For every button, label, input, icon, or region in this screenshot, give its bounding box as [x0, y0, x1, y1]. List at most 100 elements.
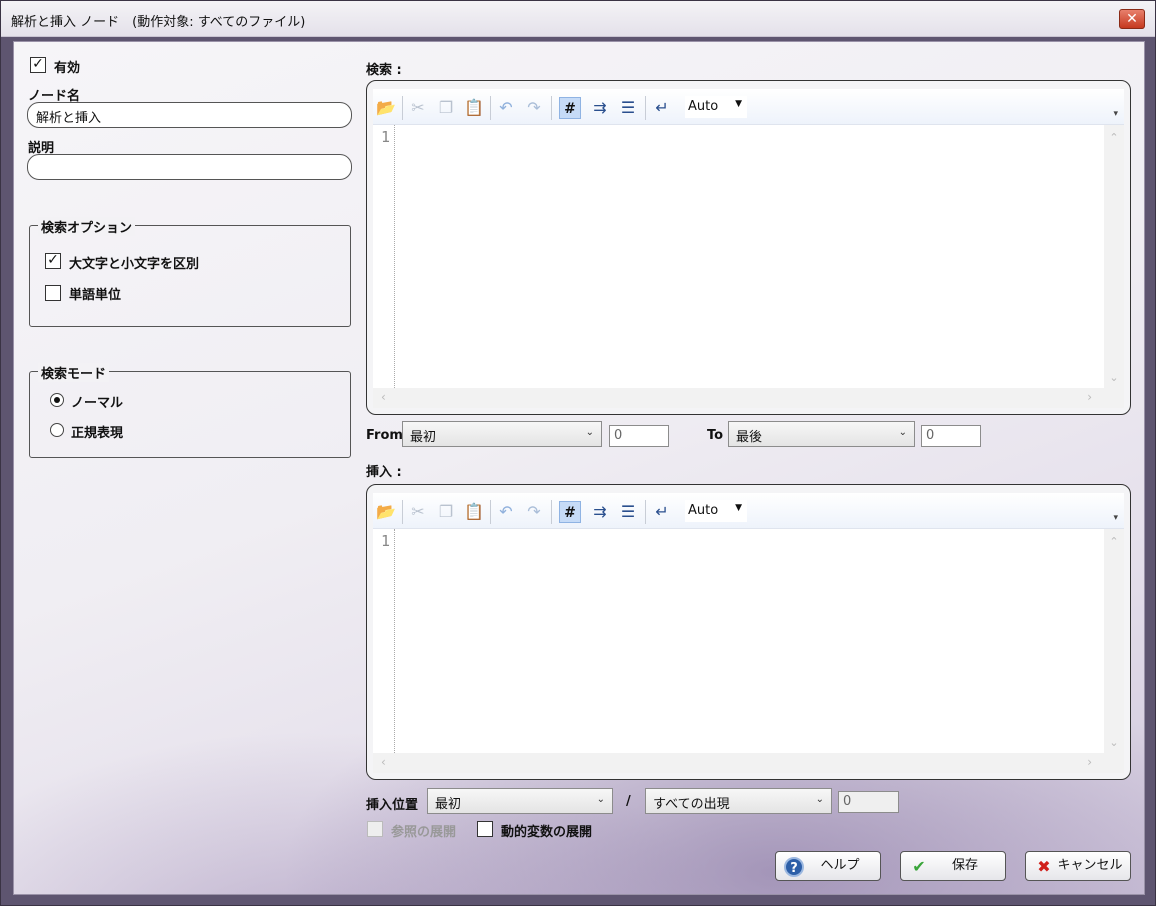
scroll-right-icon[interactable]: ›	[1087, 755, 1092, 769]
save-button-label: 保存	[951, 858, 978, 873]
occurrence-select[interactable]: すべての出現 ⌄	[645, 788, 832, 814]
search-horizontal-scrollbar[interactable]: ‹ ›	[373, 388, 1124, 408]
search-encoding-value: Auto	[688, 99, 719, 114]
occurrence-number-input[interactable]: 0	[838, 791, 899, 813]
window-title: 解析と挿入 ノード (動作対象: すべてのファイル)	[11, 15, 306, 30]
cancel-x-icon: ✖	[1037, 857, 1051, 876]
dropdown-arrow-icon: ▼	[735, 503, 742, 513]
close-button[interactable]: ✕	[1119, 9, 1145, 29]
chevron-down-icon: ⌄	[898, 427, 907, 438]
help-button[interactable]: ? ヘルプ	[775, 851, 881, 881]
reference-expand-checkbox[interactable]	[367, 821, 383, 837]
insert-horizontal-scrollbar[interactable]: ‹ ›	[373, 753, 1124, 773]
search-mode-group: 検索モード ノーマル 正規表現	[29, 363, 351, 458]
case-sensitive-label: 大文字と小文字を区別	[69, 257, 200, 272]
show-whitespace-icon[interactable]: ⇉	[589, 97, 611, 119]
to-select-value: 最後	[736, 430, 763, 445]
cut-icon[interactable]: ✂	[407, 97, 429, 119]
insert-line-number: 1	[381, 532, 391, 550]
search-vertical-scrollbar[interactable]: ⌃ ⌄	[1104, 125, 1124, 388]
from-label: From	[366, 428, 403, 443]
insert-editor-toolbar: 📂 ✂ ❐ 📋 ↶ ↷ # ⇉ ☰ ↵ Auto ▼ ▾	[373, 493, 1124, 529]
case-sensitive-checkbox[interactable]	[45, 253, 61, 269]
undo-icon[interactable]: ↶	[495, 501, 517, 523]
redo-icon[interactable]: ↷	[523, 501, 545, 523]
word-wrap-icon[interactable]: ☰	[617, 501, 639, 523]
enabled-checkbox[interactable]	[30, 57, 46, 73]
toolbar-overflow-icon[interactable]: ▾	[1113, 513, 1118, 523]
insert-text-area[interactable]: 1 ⌃ ⌄	[373, 529, 1124, 753]
scroll-left-icon[interactable]: ‹	[381, 755, 386, 769]
toolbar-overflow-icon[interactable]: ▾	[1113, 109, 1118, 119]
chevron-down-icon: ⌄	[596, 794, 605, 805]
cancel-button[interactable]: ✖ キャンセル	[1025, 851, 1131, 881]
from-select[interactable]: 最初 ⌄	[402, 421, 602, 447]
from-number-input[interactable]: 0	[609, 425, 669, 447]
chevron-down-icon: ⌄	[815, 794, 824, 805]
chevron-down-icon: ⌄	[585, 427, 594, 438]
search-text-area[interactable]: 1 ⌃ ⌄	[373, 125, 1124, 388]
description-input[interactable]	[27, 154, 352, 180]
open-folder-icon[interactable]: 📂	[375, 97, 397, 119]
line-ending-icon[interactable]: ↵	[651, 501, 673, 523]
to-number-input[interactable]: 0	[921, 425, 981, 447]
line-ending-icon[interactable]: ↵	[651, 97, 673, 119]
node-name-input[interactable]: 解析と挿入	[27, 102, 352, 128]
copy-icon[interactable]: ❐	[435, 501, 457, 523]
insert-position-label: 挿入位置	[366, 798, 419, 813]
dynamic-variable-expand-label: 動的変数の展開	[501, 825, 593, 840]
line-number-toggle-icon[interactable]: #	[559, 97, 581, 119]
search-options-title: 検索オプション	[38, 217, 136, 236]
position-separator: /	[626, 794, 631, 809]
insert-label: 挿入 :	[366, 465, 402, 480]
paste-icon[interactable]: 📋	[463, 501, 485, 523]
dialog-client-area: 有効 ノード名 解析と挿入 説明 検索オプション 大文字と小文字を区別 単語単位…	[13, 41, 1145, 895]
insert-position-value: 最初	[435, 797, 462, 812]
search-line-number: 1	[381, 128, 391, 146]
normal-mode-label: ノーマル	[71, 396, 124, 411]
to-select[interactable]: 最後 ⌄	[728, 421, 915, 447]
scroll-up-icon[interactable]: ⌃	[1104, 535, 1124, 548]
undo-icon[interactable]: ↶	[495, 97, 517, 119]
title-bar: 解析と挿入 ノード (動作対象: すべてのファイル) ✕	[1, 1, 1155, 37]
normal-mode-radio[interactable]	[50, 393, 64, 407]
regex-mode-radio[interactable]	[50, 423, 64, 437]
insert-position-select[interactable]: 最初 ⌄	[427, 788, 613, 814]
dynamic-variable-expand-checkbox[interactable]	[477, 821, 493, 837]
to-label: To	[707, 428, 724, 443]
redo-icon[interactable]: ↷	[523, 97, 545, 119]
scroll-down-icon[interactable]: ⌄	[1104, 736, 1124, 749]
from-select-value: 最初	[410, 430, 437, 445]
checkmark-icon: ✔	[912, 857, 926, 876]
dialog-window: 解析と挿入 ノード (動作対象: すべてのファイル) ✕ 有効 ノード名 解析と…	[0, 0, 1156, 906]
insert-editor: 📂 ✂ ❐ 📋 ↶ ↷ # ⇉ ☰ ↵ Auto ▼ ▾ 1 ⌃ ⌄ ‹ ›	[366, 484, 1131, 780]
line-number-toggle-icon[interactable]: #	[559, 501, 581, 523]
show-whitespace-icon[interactable]: ⇉	[589, 501, 611, 523]
open-folder-icon[interactable]: 📂	[375, 501, 397, 523]
insert-encoding-value: Auto	[688, 503, 719, 518]
scroll-right-icon[interactable]: ›	[1087, 390, 1092, 404]
scroll-left-icon[interactable]: ‹	[381, 390, 386, 404]
search-encoding-select[interactable]: Auto ▼	[685, 96, 747, 118]
scroll-up-icon[interactable]: ⌃	[1104, 131, 1124, 144]
paste-icon[interactable]: 📋	[463, 97, 485, 119]
regex-mode-label: 正規表現	[71, 426, 124, 441]
cut-icon[interactable]: ✂	[407, 501, 429, 523]
save-button[interactable]: ✔ 保存	[900, 851, 1006, 881]
search-editor-toolbar: 📂 ✂ ❐ 📋 ↶ ↷ # ⇉ ☰ ↵ Auto ▼ ▾	[373, 89, 1124, 125]
search-label: 検索 :	[366, 63, 402, 78]
insert-line-gutter: 1	[373, 529, 395, 753]
copy-icon[interactable]: ❐	[435, 97, 457, 119]
help-button-label: ヘルプ	[820, 858, 860, 873]
search-editor: 📂 ✂ ❐ 📋 ↶ ↷ # ⇉ ☰ ↵ Auto ▼ ▾ 1 ⌃ ⌄ ‹ ›	[366, 80, 1131, 415]
insert-encoding-select[interactable]: Auto ▼	[685, 500, 747, 522]
close-icon: ✕	[1126, 11, 1138, 27]
search-options-group: 検索オプション 大文字と小文字を区別 単語単位	[29, 217, 351, 327]
enabled-label: 有効	[54, 61, 81, 76]
word-wrap-icon[interactable]: ☰	[617, 97, 639, 119]
whole-word-checkbox[interactable]	[45, 285, 61, 301]
insert-vertical-scrollbar[interactable]: ⌃ ⌄	[1104, 529, 1124, 753]
search-mode-title: 検索モード	[38, 363, 110, 382]
scroll-down-icon[interactable]: ⌄	[1104, 371, 1124, 384]
dropdown-arrow-icon: ▼	[735, 99, 742, 109]
